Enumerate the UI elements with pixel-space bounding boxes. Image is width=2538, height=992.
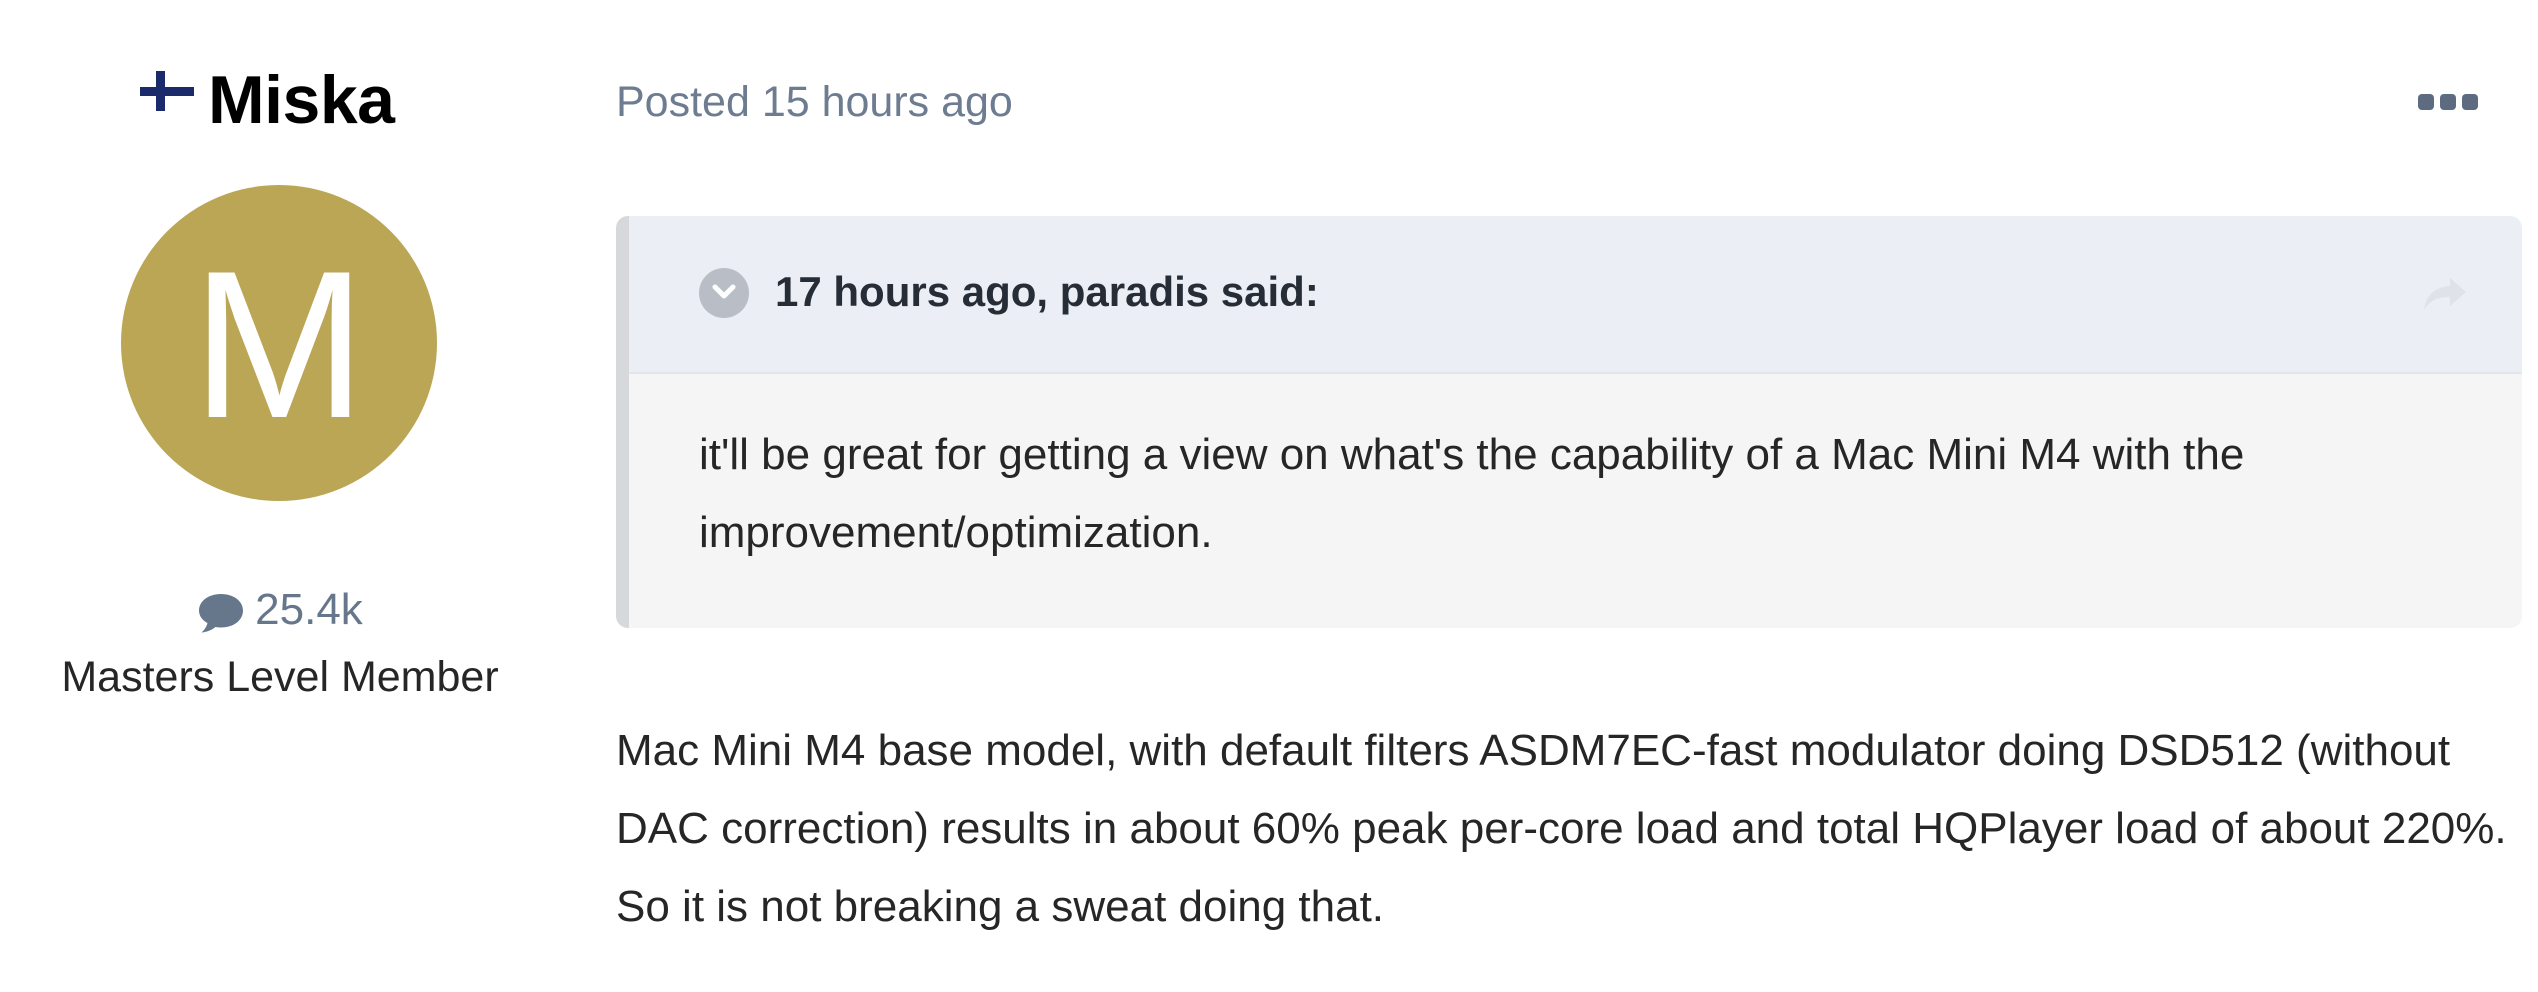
quote-header: 17 hours ago, paradis said: bbox=[629, 216, 2522, 374]
share-icon[interactable] bbox=[2420, 274, 2470, 314]
post-count-value: 25.4k bbox=[255, 585, 363, 634]
post-timestamp[interactable]: Posted 15 hours ago bbox=[616, 78, 1013, 127]
author-name-row: Miska bbox=[140, 60, 395, 140]
chevron-down-icon[interactable] bbox=[699, 268, 749, 318]
author-panel: Miska M 25.4k Masters Level Member bbox=[0, 0, 560, 992]
more-options-icon[interactable] bbox=[2418, 90, 2478, 114]
quote-body: it'll be great for getting a view on wha… bbox=[699, 430, 2245, 557]
post-body: Mac Mini M4 base model, with default fil… bbox=[616, 726, 2507, 931]
member-title: Masters Level Member bbox=[61, 653, 499, 701]
post-count: 25.4k bbox=[0, 585, 560, 635]
quote-block: 17 hours ago, paradis said: it'll be gre… bbox=[616, 216, 2522, 628]
avatar[interactable]: M bbox=[121, 185, 437, 501]
avatar-letter: M bbox=[191, 227, 367, 462]
quote-citation[interactable]: 17 hours ago, paradis said: bbox=[775, 268, 1319, 316]
author-name[interactable]: Miska bbox=[208, 60, 395, 140]
comment-icon bbox=[199, 594, 244, 633]
finland-flag-icon bbox=[140, 71, 194, 111]
